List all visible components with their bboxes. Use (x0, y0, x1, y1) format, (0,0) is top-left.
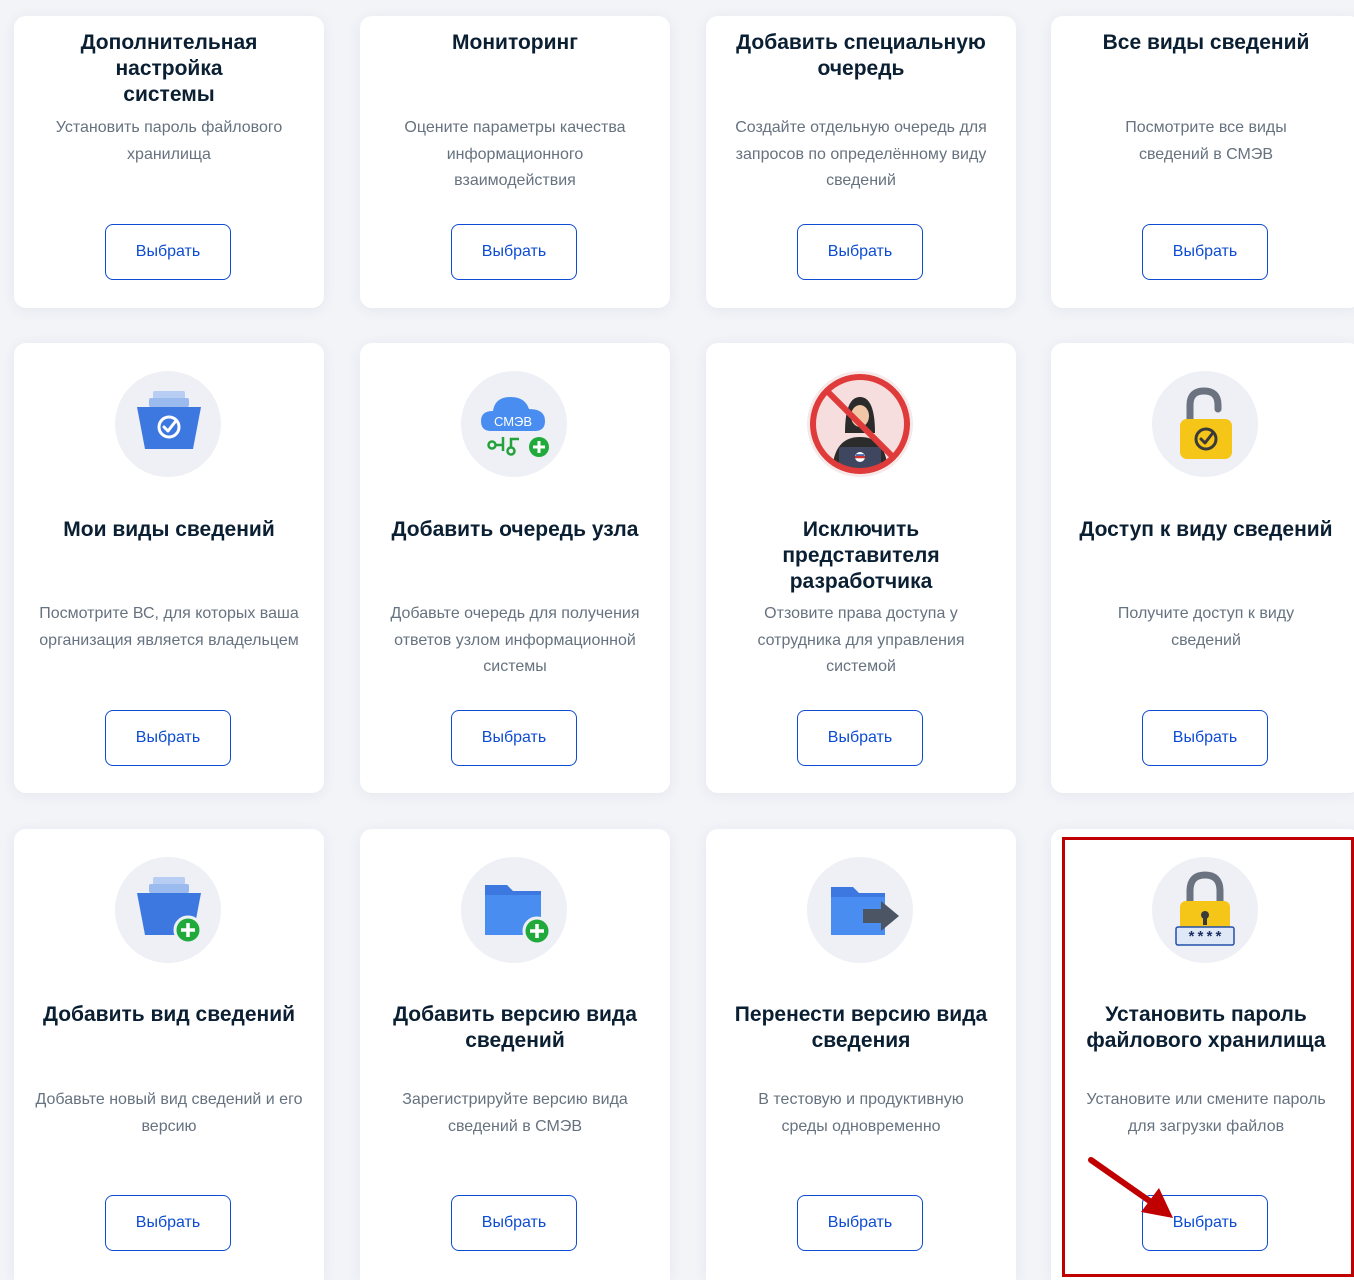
card-all-data-types: Все виды сведений Посмотрите все виды св… (1051, 16, 1354, 308)
icon-badge (115, 857, 221, 963)
folder-check-icon (137, 391, 201, 449)
icon-badge (115, 371, 221, 477)
smev-label: СМЭВ (494, 414, 532, 429)
folder-move-icon (831, 887, 899, 935)
card-add-version: Добавить версию вида сведений Зарегистри… (360, 829, 670, 1280)
icon-badge (807, 371, 913, 477)
select-button[interactable]: Выбрать (105, 224, 231, 280)
card-description: Посмотрите все виды сведений в СМЭВ (1125, 119, 1287, 163)
card-additional-settings: Дополнительная настройка системы Установ… (14, 16, 324, 308)
select-button[interactable]: Выбрать (451, 224, 577, 280)
card-description: В тестовую и продуктивную среды одноврем… (758, 1091, 964, 1135)
select-button[interactable]: Выбрать (797, 1195, 923, 1251)
card-special-queue: Добавить специальную очередь Создайте от… (706, 16, 1016, 308)
card-add-data-type: Добавить вид сведений Добавьте новый вид… (14, 829, 324, 1280)
card-description: Добавьте новый вид сведений и его версию (35, 1091, 303, 1135)
card-description: Установить пароль файлового хранилища (55, 119, 283, 163)
card-title: Исключить представителя разработчика (782, 518, 940, 593)
select-button[interactable]: Выбрать (105, 1195, 231, 1251)
select-button[interactable]: Выбрать (451, 1195, 577, 1251)
card-data-type-access: Доступ к виду сведений Получите доступ к… (1051, 343, 1354, 793)
card-title: Мониторинг (452, 31, 578, 54)
select-button[interactable]: Выбрать (1142, 224, 1268, 280)
select-button[interactable]: Выбрать (797, 710, 923, 766)
icon-badge (807, 857, 913, 963)
card-my-data-types: Мои виды сведений Посмотрите ВС, для кот… (14, 343, 324, 793)
folder-add-icon (137, 877, 203, 945)
card-description: Посмотрите ВС, для которых ваша организа… (39, 605, 299, 649)
card-title: Добавить специальную очередь (736, 31, 986, 80)
select-button[interactable]: Выбрать (105, 710, 231, 766)
icon-badge: СМЭВ (461, 371, 567, 477)
pointer-arrow-icon (1088, 1157, 1173, 1218)
card-exclude-developer: Исключить представителя разработчика Отз… (706, 343, 1016, 793)
card-monitoring: Мониторинг Оцените параметры качества ин… (360, 16, 670, 308)
card-title: Дополнительная настройка системы (80, 31, 258, 106)
card-title: Доступ к виду сведений (1079, 518, 1333, 541)
card-description: Оцените параметры качества информационно… (404, 119, 626, 189)
folder-plus-icon (485, 885, 552, 946)
select-button[interactable]: Выбрать (1142, 710, 1268, 766)
card-description: Зарегистрируйте версию вида сведений в С… (402, 1091, 628, 1135)
card-description: Добавьте очередь для получения ответов у… (390, 605, 640, 675)
card-description: Отзовите права доступа у сотрудника для … (757, 605, 965, 675)
icon-badge (1152, 371, 1258, 477)
open-lock-check-icon (1180, 387, 1232, 459)
card-description: Получите доступ к виду сведений (1117, 605, 1295, 649)
icon-badge (461, 857, 567, 963)
card-description: Создайте отдельную очередь для запросов … (735, 119, 987, 189)
card-title: Перенести версию вида сведения (734, 1003, 988, 1052)
card-title: Мои виды сведений (63, 518, 275, 541)
select-button[interactable]: Выбрать (451, 710, 577, 766)
card-move-version: Перенести версию вида сведения В тестову… (706, 829, 1016, 1280)
card-add-node-queue: СМЭВ Добавить очередь узла Добавьте очер… (360, 343, 670, 793)
card-title: Добавить очередь узла (391, 518, 639, 541)
exclude-person-icon (810, 374, 910, 474)
smev-cloud-add-icon: СМЭВ (481, 397, 549, 457)
select-button[interactable]: Выбрать (797, 224, 923, 280)
card-title: Все виды сведений (1102, 31, 1310, 54)
card-title: Добавить вид сведений (42, 1003, 296, 1026)
card-title: Добавить версию вида сведений (393, 1003, 637, 1052)
